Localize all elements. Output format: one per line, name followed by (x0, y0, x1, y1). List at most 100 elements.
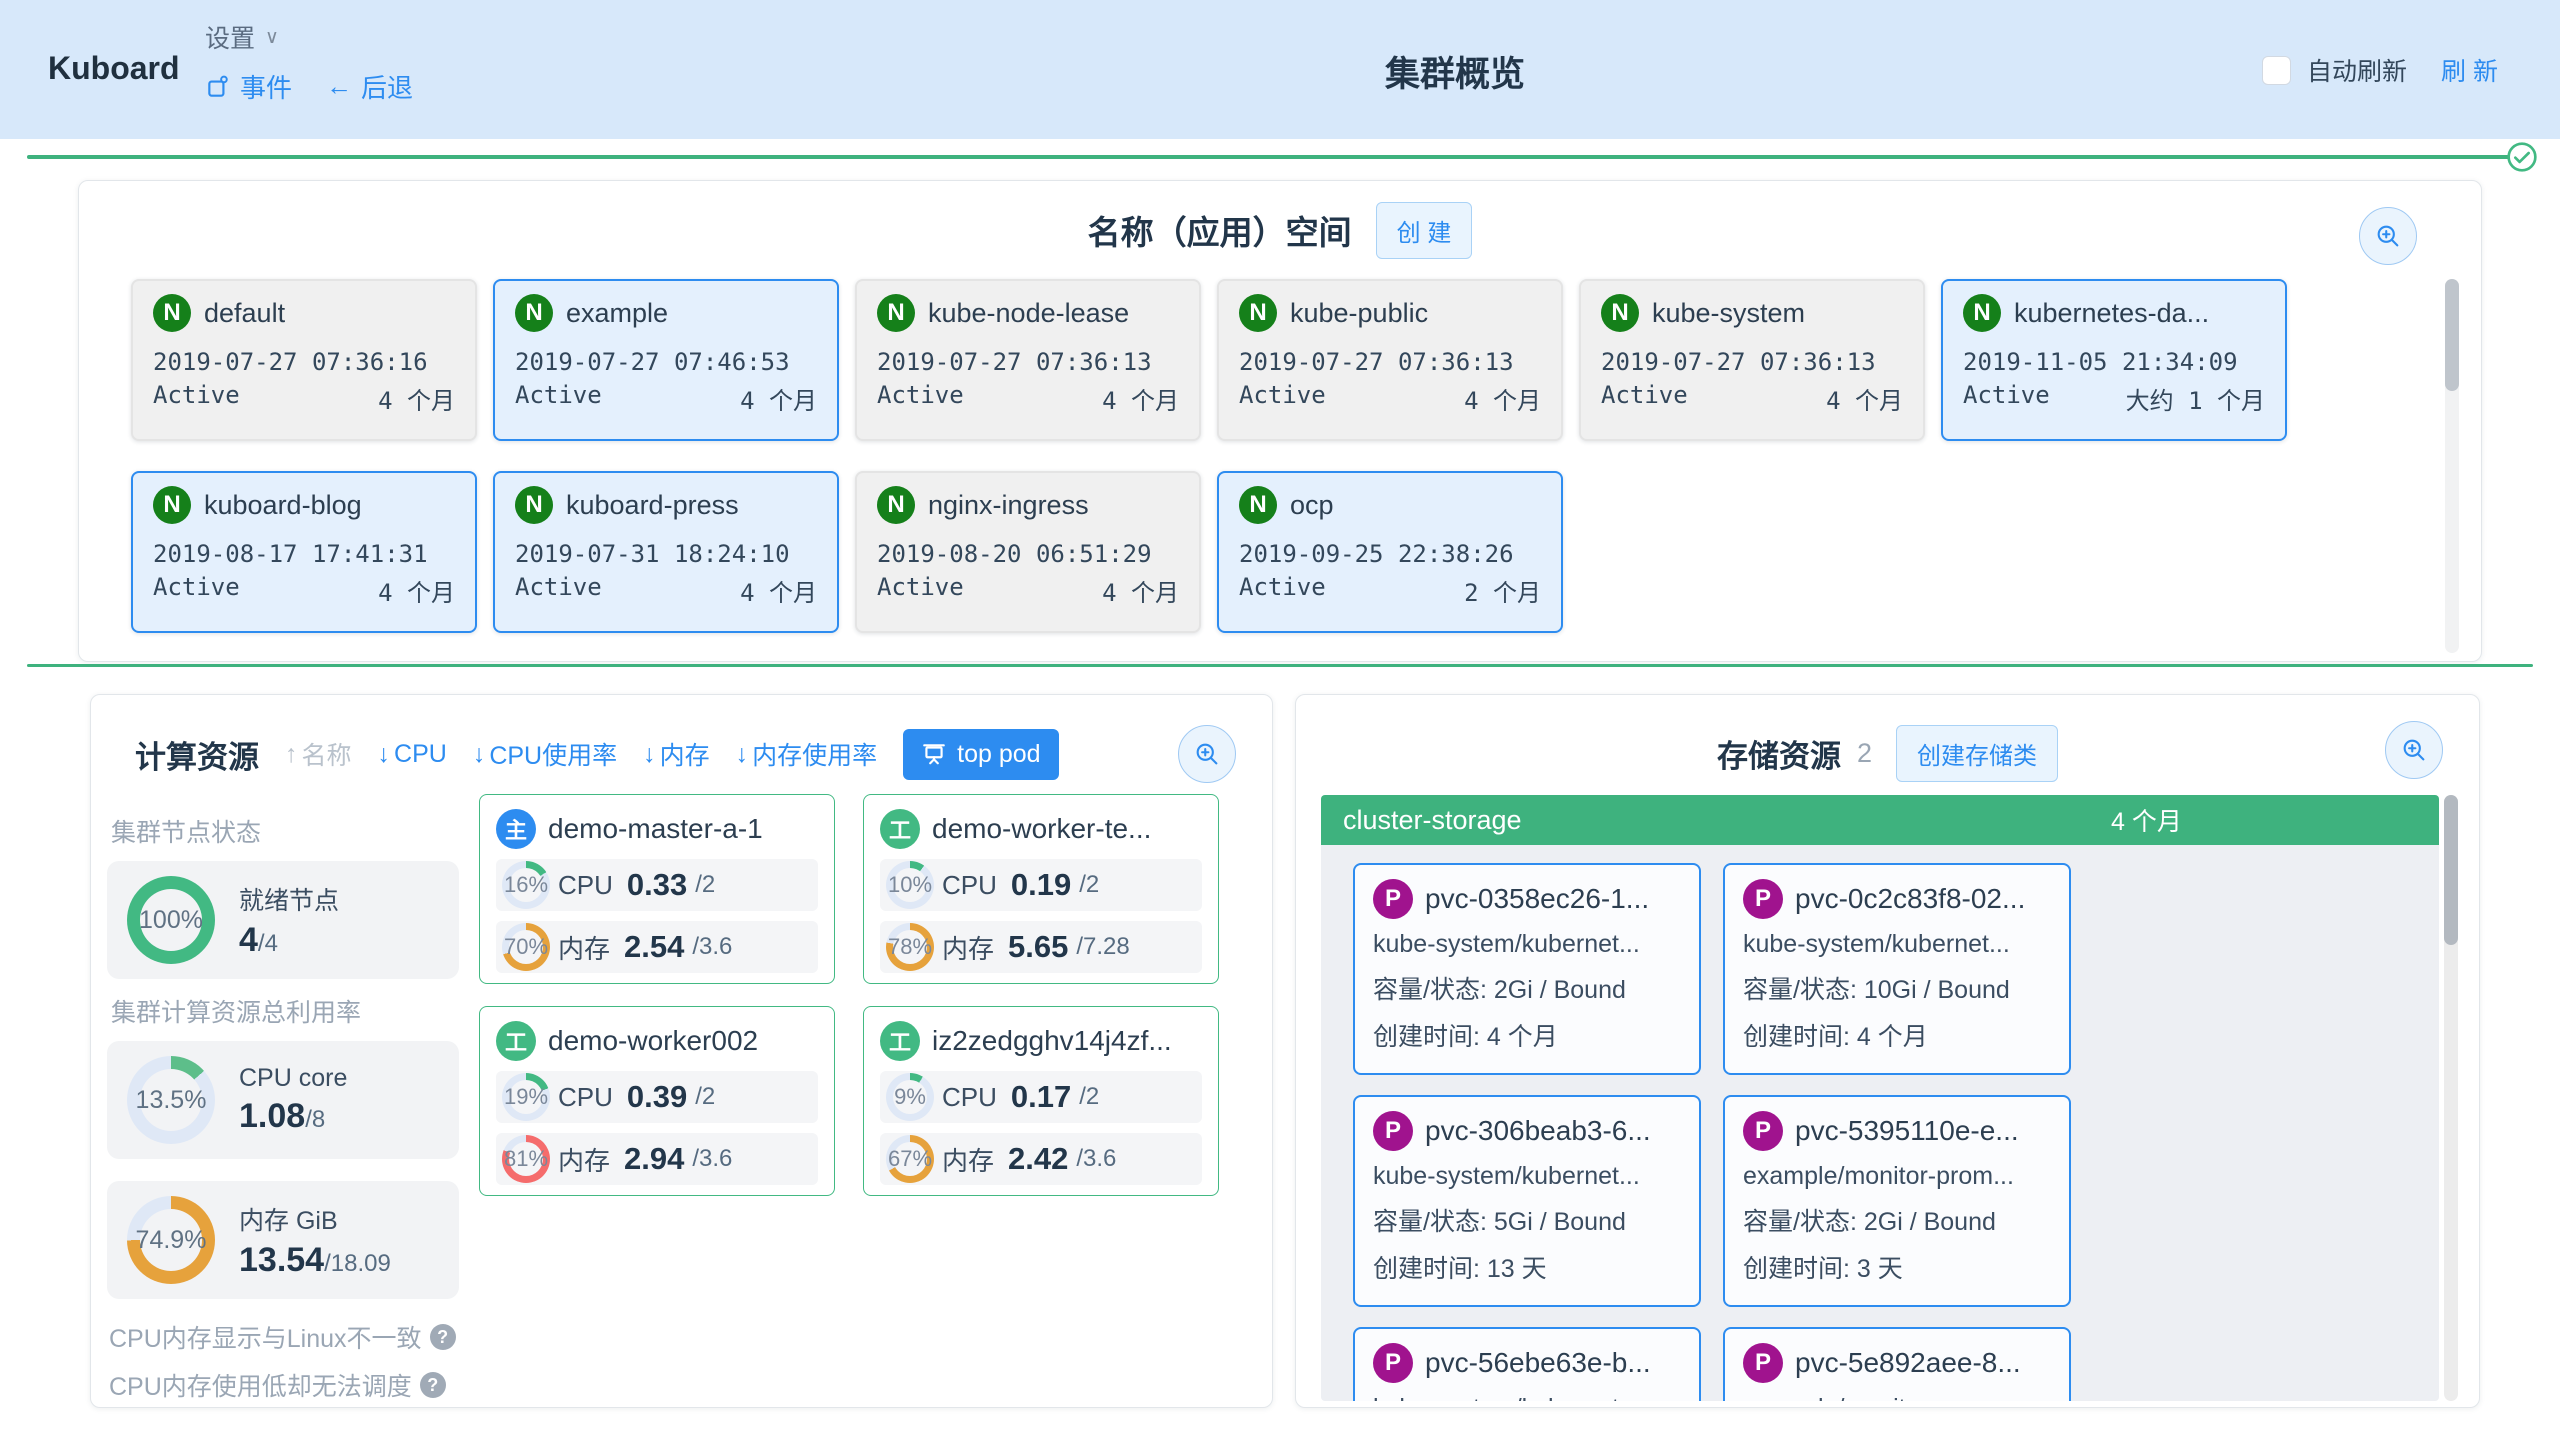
namespace-card[interactable]: N kube-node-lease 2019-07-27 07:36:13 Ac… (855, 279, 1201, 441)
namespace-status: Active (153, 573, 240, 608)
pvc-card-grid: P pvc-0358ec26-1... kube-system/kubernet… (1321, 845, 2439, 1401)
brand-logo[interactable]: Kuboard (48, 50, 180, 87)
node-memory-label: 内存 (942, 1141, 994, 1178)
pvc-card[interactable]: P pvc-306beab3-6... kube-system/kubernet… (1353, 1095, 1701, 1307)
node-cpu-percent: 19% (502, 1073, 550, 1121)
scrollbar-thumb[interactable] (2445, 279, 2459, 391)
node-memory-total: /3.6 (692, 1145, 732, 1173)
node-memory-donut: 78% (886, 923, 934, 971)
scrollbar-thumb[interactable] (2444, 795, 2458, 945)
events-link[interactable]: 事件 (205, 68, 292, 105)
check-circle-icon (2506, 141, 2538, 173)
namespace-card[interactable]: N default 2019-07-27 07:36:16 Active 4 个… (131, 279, 477, 441)
namespace-card[interactable]: N nginx-ingress 2019-08-20 06:51:29 Acti… (855, 471, 1201, 633)
namespace-age: 4 个月 (740, 573, 817, 608)
storage-class-body: P pvc-0358ec26-1... kube-system/kubernet… (1321, 845, 2439, 1401)
top-pod-icon (921, 741, 947, 767)
pvc-card[interactable]: P pvc-5395110e-e... example/monitor-prom… (1723, 1095, 2071, 1307)
namespace-card[interactable]: N kuboard-press 2019-07-31 18:24:10 Acti… (493, 471, 839, 633)
refresh-button[interactable]: 刷 新 (2441, 52, 2498, 88)
namespace-status-row: Active 4 个月 (1239, 381, 1541, 416)
storage-zoom-button[interactable] (2385, 721, 2443, 779)
sort-option[interactable]: ↓ 内存使用率 (736, 736, 878, 772)
memory-utilization-value: 13.54 (239, 1241, 324, 1279)
header-links: 事件 ← 后退 (205, 68, 413, 105)
node-memory-value: 2.94 (624, 1141, 684, 1177)
sort-arrow-icon: ↓ (378, 740, 391, 769)
namespace-name: nginx-ingress (928, 490, 1089, 521)
settings-menu[interactable]: 设置 ∨ (205, 16, 413, 58)
top-pod-button[interactable]: top pod (903, 729, 1058, 780)
sort-arrow-icon: ↑ (285, 740, 298, 769)
node-memory-label: 内存 (558, 929, 610, 966)
pvc-name-row: P pvc-0358ec26-1... (1373, 879, 1681, 919)
node-role-icon: 工 (496, 1021, 536, 1061)
node-card[interactable]: 工 demo-worker002 19% CPU 0.39/2 81% (479, 1006, 835, 1196)
namespace-card-grid: N default 2019-07-27 07:36:16 Active 4 个… (131, 279, 2287, 633)
namespace-age: 大约 1 个月 (2126, 381, 2265, 416)
pvc-name: pvc-5395110e-e... (1795, 1115, 2019, 1147)
node-name: demo-worker002 (548, 1025, 758, 1057)
namespaces-zoom-button[interactable] (2359, 207, 2417, 265)
pvc-created-value: 13 天 (1487, 1255, 1547, 1283)
node-card[interactable]: 主 demo-master-a-1 16% CPU 0.33/2 70% (479, 794, 835, 984)
node-memory-total: /3.6 (1076, 1145, 1116, 1173)
back-label: 后退 (361, 68, 413, 105)
namespace-age: 4 个月 (1102, 573, 1179, 608)
namespace-status-row: Active 4 个月 (153, 573, 455, 608)
auto-refresh-checkbox[interactable] (2262, 56, 2291, 85)
sort-arrow-icon: ↓ (643, 740, 656, 769)
node-memory-label: 内存 (558, 1141, 610, 1178)
namespace-card[interactable]: N ocp 2019-09-25 22:38:26 Active 2 个月 (1217, 471, 1563, 633)
namespace-created-time: 2019-08-20 06:51:29 (877, 540, 1179, 568)
pvc-name-row: P pvc-5e892aee-8... (1743, 1343, 2051, 1383)
storage-scrollbar[interactable] (2444, 795, 2458, 1401)
ready-nodes-percent: 100% (127, 876, 215, 964)
node-memory-total: /7.28 (1076, 933, 1129, 961)
cpu-utilization-percent: 13.5% (127, 1056, 215, 1144)
node-card[interactable]: 工 iz2zedgghv14j4zf... 9% CPU 0.17/2 67% (863, 1006, 1219, 1196)
namespace-name: ocp (1290, 490, 1334, 521)
back-link[interactable]: ← 后退 (326, 68, 413, 105)
namespaces-scrollbar[interactable] (2445, 279, 2459, 653)
create-namespace-button[interactable]: 创 建 (1376, 202, 1473, 259)
sort-option[interactable]: ↑ 名称 (285, 736, 352, 772)
node-memory-percent: 81% (502, 1135, 550, 1183)
pvc-created-label: 创建时间: (1373, 1255, 1480, 1283)
node-cpu-total: /2 (1079, 1083, 1099, 1111)
namespace-age: 4 个月 (1464, 381, 1541, 416)
create-storage-class-button[interactable]: 创建存储类 (1896, 725, 2058, 782)
pvc-card[interactable]: P pvc-5e892aee-8... example/monitor-prom… (1723, 1327, 2071, 1401)
pvc-name-row: P pvc-306beab3-6... (1373, 1111, 1681, 1151)
sort-option[interactable]: ↓ 内存 (643, 736, 710, 772)
memory-utilization-donut: 74.9% (127, 1196, 215, 1284)
sort-option[interactable]: ↓ CPU (378, 740, 447, 769)
page-title: 集群概览 (1385, 46, 1525, 97)
pvc-card[interactable]: P pvc-0c2c83f8-02... kube-system/kuberne… (1723, 863, 2071, 1075)
sort-option[interactable]: ↓ CPU使用率 (473, 736, 617, 772)
namespace-card[interactable]: N example 2019-07-27 07:46:53 Active 4 个… (493, 279, 839, 441)
compute-zoom-button[interactable] (1178, 725, 1236, 783)
help-icon[interactable]: ? (430, 1324, 456, 1350)
node-card[interactable]: 工 demo-worker-te... 10% CPU 0.19/2 78% (863, 794, 1219, 984)
node-cpu-percent: 10% (886, 861, 934, 909)
namespace-card[interactable]: N kube-system 2019-07-27 07:36:13 Active… (1579, 279, 1925, 441)
namespace-card[interactable]: N kube-public 2019-07-27 07:36:13 Active… (1217, 279, 1563, 441)
storage-class-bar[interactable]: cluster-storage 4 个月 (1321, 795, 2439, 845)
help-icon[interactable]: ? (420, 1372, 446, 1398)
pvc-created-label: 创建时间: (1743, 1255, 1850, 1283)
namespace-card[interactable]: N kubernetes-da... 2019-11-05 21:34:09 A… (1941, 279, 2287, 441)
namespace-icon: N (153, 486, 191, 524)
ready-nodes-value: 4 (239, 921, 258, 959)
namespace-name: default (204, 298, 285, 329)
namespace-card[interactable]: N kuboard-blog 2019-08-17 17:41:31 Activ… (131, 471, 477, 633)
pvc-card[interactable]: P pvc-56ebe63e-b... kube-system/kubernet… (1353, 1327, 1701, 1401)
pvc-created-value: 4 个月 (1857, 1023, 1928, 1051)
compute-title: 计算资源 (135, 732, 259, 777)
pvc-card[interactable]: P pvc-0358ec26-1... kube-system/kubernet… (1353, 863, 1701, 1075)
namespace-age: 4 个月 (1102, 381, 1179, 416)
pvc-name-row: P pvc-5395110e-e... (1743, 1111, 2051, 1151)
namespace-status: Active (1239, 573, 1326, 608)
namespace-created-time: 2019-07-27 07:36:13 (1601, 348, 1903, 376)
pvc-source: example/monitor-prom... (1743, 1162, 2051, 1191)
